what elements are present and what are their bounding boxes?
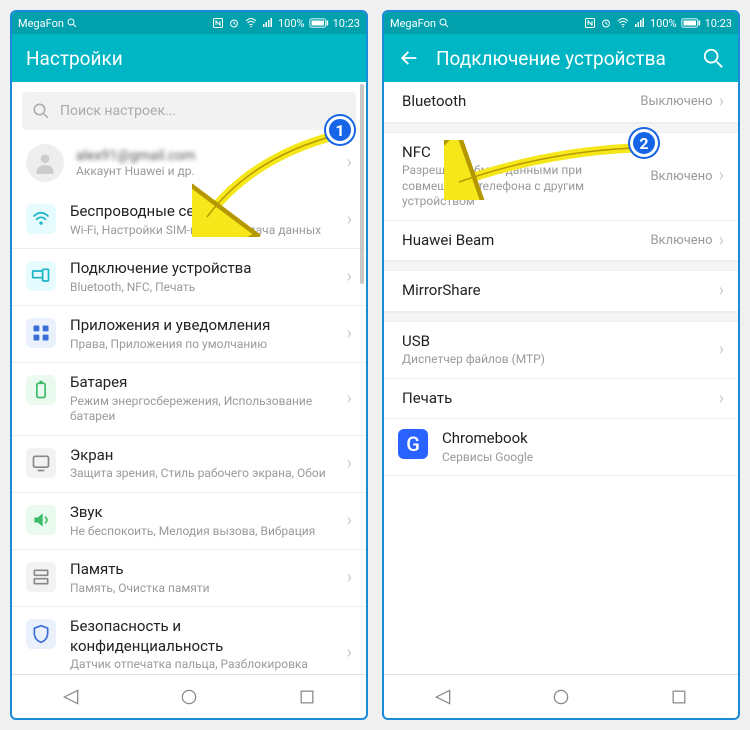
shield-icon [26,619,56,649]
battery-icon [309,18,329,28]
chevron-right-icon: › [719,232,724,250]
nfc-status-icon [584,17,596,29]
row-device-connection[interactable]: Подключение устройстваBluetooth, NFC, Пе… [12,249,366,306]
chevron-right-icon: › [347,569,352,587]
chevron-right-icon: › [347,512,352,530]
battery-label: 100% [650,17,677,30]
chevron-right-icon: › [347,325,352,343]
chevron-right-icon: › [347,644,352,662]
title-bar: Настройки [12,34,366,82]
row-storage[interactable]: ПамятьПамять, Очистка памяти › [12,550,366,607]
row-mirrorshare[interactable]: MirrorShare › [384,271,738,312]
device-connection-icon [26,261,56,291]
section-divider [384,312,738,322]
nav-home-icon[interactable] [551,687,571,707]
row-huawei-beam[interactable]: Huawei Beam Включено› [384,221,738,262]
status-bar: MegaFon 100% 10:23 [12,12,366,34]
chevron-right-icon: › [347,211,352,229]
status-bar: MegaFon 100% 10:23 [384,12,738,34]
avatar-icon [26,144,64,182]
carrier-label: MegaFon [18,17,64,30]
chevron-right-icon: › [347,390,352,408]
row-chromebook[interactable]: G ChromebookСервисы Google [384,419,738,476]
search-icon [32,102,50,120]
carrier-label: MegaFon [390,17,436,30]
display-icon [26,448,56,478]
section-divider [384,123,738,133]
scrollbar[interactable] [360,84,364,284]
signal-icon [262,17,274,29]
nav-bar [384,674,738,718]
wifi-icon [244,17,258,29]
settings-list: Беспроводные сетиWi-Fi, Настройки SIM-ка… [12,192,366,674]
row-wireless[interactable]: Беспроводные сетиWi-Fi, Настройки SIM-ка… [12,192,366,249]
section-divider [384,261,738,271]
account-sub: Аккаунт Huawei и др. [76,164,335,178]
title-bar: Подключение устройства [384,34,738,82]
chevron-right-icon: › [719,341,724,359]
nav-bar [12,674,366,718]
search-small-icon [438,17,450,29]
account-row[interactable]: alex91@gmail.com Аккаунт Huawei и др. › [12,136,366,192]
chevron-right-icon: › [719,282,724,300]
alarm-icon [228,17,240,29]
row-sound[interactable]: ЗвукНе беспокоить, Мелодия вызова, Вибра… [12,493,366,550]
chevron-right-icon: › [719,93,724,111]
phone-settings-main: MegaFon 100% 10:23 Настройки Поиск настр… [10,10,368,720]
chevron-right-icon: › [719,167,724,185]
storage-icon [26,562,56,592]
row-usb[interactable]: USBДиспетчер файлов (MTP) › [384,322,738,379]
row-apps[interactable]: Приложения и уведомленияПрава, Приложени… [12,306,366,363]
search-placeholder: Поиск настроек... [60,103,176,119]
back-button[interactable] [398,47,420,69]
row-display[interactable]: ЭкранЗащита зрения, Стиль рабочего экран… [12,436,366,493]
row-bluetooth[interactable]: Bluetooth Выключено› [384,82,738,123]
battery-category-icon [26,375,56,405]
chevron-right-icon: › [347,268,352,286]
nav-back-icon[interactable] [61,687,81,707]
chromebook-icon: G [398,429,428,459]
annotation-badge-1: 1 [326,116,354,144]
connection-list: Bluetooth Выключено› NFCРазрешить обмен … [384,82,738,674]
search-button[interactable] [702,47,724,69]
sound-icon [26,505,56,535]
search-input[interactable]: Поиск настроек... [22,92,356,130]
nav-recents-icon[interactable] [669,687,689,707]
apps-icon [26,318,56,348]
row-battery[interactable]: БатареяРежим энергосбережения, Использов… [12,363,366,436]
row-security[interactable]: Безопасность и конфиденциальностьДатчик … [12,607,366,674]
nav-home-icon[interactable] [179,687,199,707]
nav-back-icon[interactable] [433,687,453,707]
account-email: alex91@gmail.com [76,148,335,164]
chevron-right-icon: › [347,455,352,473]
page-title: Настройки [26,47,352,70]
chevron-right-icon: › [719,390,724,408]
battery-icon [681,18,701,28]
signal-icon [634,17,646,29]
search-small-icon [66,17,78,29]
alarm-icon [600,17,612,29]
wifi-category-icon [26,204,56,234]
annotation-badge-2: 2 [630,129,658,157]
wifi-icon [616,17,630,29]
page-title: Подключение устройства [436,47,686,70]
phone-device-connection: MegaFon 100% 10:23 Подключение устройств… [382,10,740,720]
row-nfc[interactable]: NFCРазрешить обмен данными при совмещени… [384,133,738,221]
time-label: 10:23 [333,17,360,30]
chevron-right-icon: › [347,154,352,172]
nav-recents-icon[interactable] [297,687,317,707]
nfc-status-icon [212,17,224,29]
battery-label: 100% [278,17,305,30]
time-label: 10:23 [705,17,732,30]
row-print[interactable]: Печать › [384,379,738,420]
